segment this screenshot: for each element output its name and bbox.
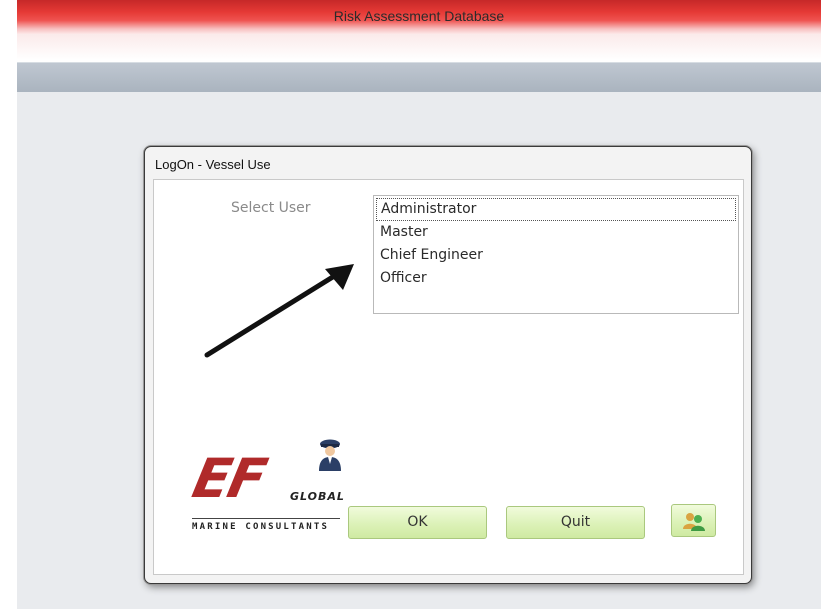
ribbon-area [17, 34, 821, 60]
logo-ef-text: EF [187, 447, 271, 510]
users-icon [682, 513, 705, 531]
user-list-item[interactable]: Master [376, 221, 736, 244]
users-button[interactable] [671, 504, 716, 537]
user-listbox[interactable]: Administrator Master Chief Engineer Officer [373, 195, 739, 314]
logo-global-text: GLOBAL [290, 490, 345, 503]
toolbar-band [17, 62, 821, 93]
user-list-item[interactable]: Officer [376, 267, 736, 290]
logon-dialog: LogOn - Vessel Use Select User Administr… [144, 146, 752, 584]
quit-button[interactable]: Quit [506, 506, 645, 539]
dialog-body: Select User Administrator Master Chief Eng… [153, 179, 744, 575]
company-logo: EF GLOBAL MARINE CONSULTANTS [187, 420, 350, 535]
dialog-title: LogOn - Vessel Use [155, 157, 271, 172]
select-user-label: Select User [231, 200, 311, 216]
logo-divider [192, 518, 340, 519]
logo-tagline: MARINE CONSULTANTS [192, 522, 330, 532]
ok-button[interactable]: OK [348, 506, 487, 539]
left-margin [0, 0, 17, 609]
arrow-annotation-icon [204, 264, 354, 358]
user-list-item[interactable]: Administrator [376, 198, 736, 221]
window-title: Risk Assessment Database [333, 8, 505, 24]
ship-captain-icon [319, 439, 341, 471]
user-list-item[interactable]: Chief Engineer [376, 244, 736, 267]
window-title-bar: Risk Assessment Database [17, 0, 821, 34]
